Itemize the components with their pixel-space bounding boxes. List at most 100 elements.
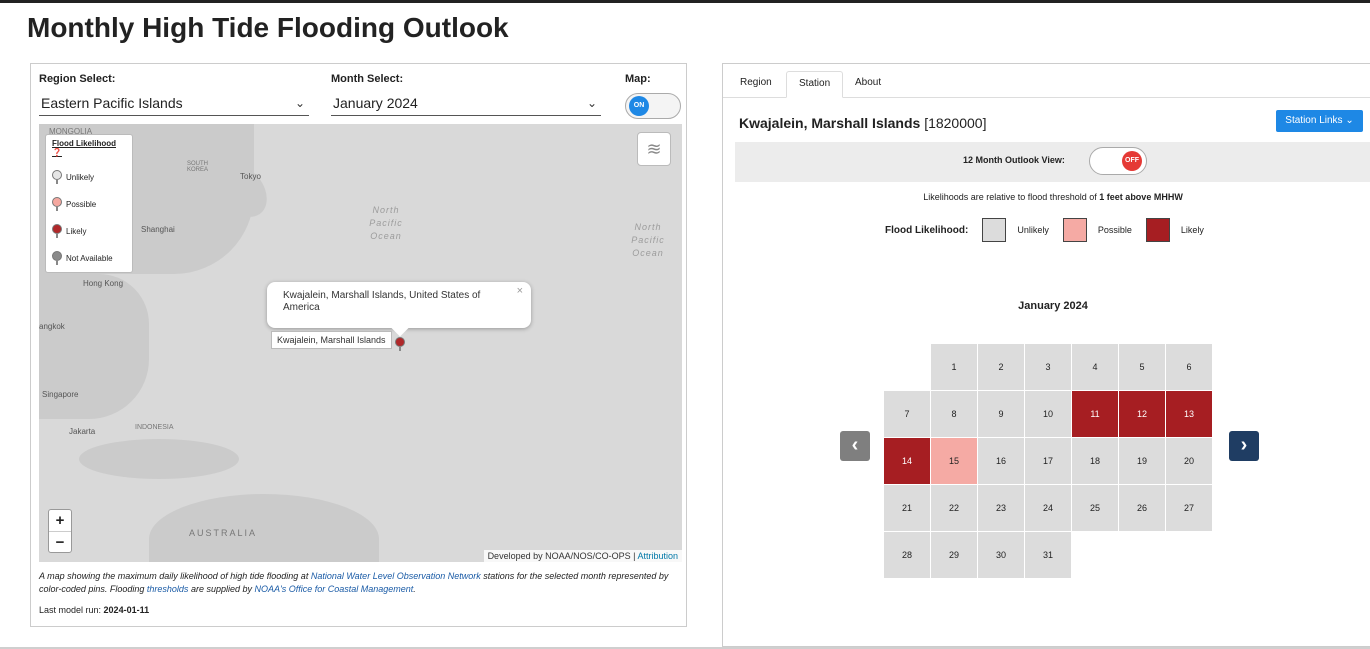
calendar-day[interactable]: 22 (931, 485, 977, 531)
map-legend-title: Flood Likelihood ❓ (52, 139, 116, 157)
legend-label-possible: Possible (1097, 225, 1132, 235)
calendar-day[interactable]: 13 (1166, 391, 1212, 437)
legend-item-likely: Likely (52, 224, 126, 238)
last-model-run-date: 2024-01-11 (103, 605, 150, 615)
outlook-toggle[interactable]: OFF (1089, 147, 1147, 175)
calendar-day[interactable]: 24 (1025, 485, 1071, 531)
australia-landmass (149, 494, 379, 562)
legend-item-possible: Possible (52, 197, 126, 211)
calendar-day[interactable]: 16 (978, 438, 1024, 484)
map-panel: Region Select: Eastern Pacific Islands ⌄… (30, 63, 687, 627)
info-icon: ❓ (52, 148, 62, 157)
outlook-label: 12 Month Outlook View: (963, 155, 1065, 165)
calendar-day[interactable]: 8 (931, 391, 977, 437)
map-label-shanghai: Shanghai (141, 225, 175, 234)
threshold-value: 1 feet above MHHW (1099, 192, 1183, 202)
calendar-grid: 1 2 3 4 5 6 7 8 9 10 11 12 13 14 15 16 17 18 19 20 21 22 23 24 2… (884, 344, 1215, 579)
attribution-link[interactable]: Attribution (637, 551, 678, 561)
threshold-note: Likelihoods are relative to flood thresh… (923, 192, 1183, 202)
pin-icon (52, 197, 62, 211)
calendar-day[interactable]: 12 (1119, 391, 1165, 437)
legend-title: Flood Likelihood: (885, 224, 969, 236)
calendar-day[interactable]: 7 (884, 391, 930, 437)
calendar-day[interactable]: 26 (1119, 485, 1165, 531)
ocm-link[interactable]: NOAA's Office for Coastal Management (254, 584, 413, 594)
legend-label-likely: Likely (1180, 225, 1204, 235)
map-label-south-korea: SOUTH KOREA (187, 161, 209, 173)
chevron-down-icon: ⌄ (586, 96, 597, 110)
calendar-day[interactable]: 27 (1166, 485, 1212, 531)
calendar-day[interactable]: 11 (1072, 391, 1118, 437)
station-tooltip: Kwajalein, Marshall Islands (271, 331, 392, 349)
calendar-day[interactable]: 15 (931, 438, 977, 484)
legend-swatch-unlikely (982, 218, 1007, 242)
calendar-day[interactable]: 21 (884, 485, 930, 531)
map-toggle-knob: ON (629, 96, 649, 116)
calendar-day[interactable]: 6 (1166, 344, 1212, 390)
map-label-hong-kong: Hong Kong (83, 279, 124, 288)
next-month-button[interactable]: › (1229, 431, 1259, 461)
calendar-day[interactable]: 1 (931, 344, 977, 390)
calendar-title: January 2024 (1018, 300, 1088, 312)
legend-item-unlikely: Unlikely (52, 170, 126, 184)
station-title: Kwajalein, Marshall Islands [1820000] (739, 115, 986, 131)
calendar-day[interactable]: 9 (978, 391, 1024, 437)
map-attribution: Developed by NOAA/NOS/CO-OPS | Attributi… (483, 550, 682, 562)
map-caption: A map showing the maximum daily likeliho… (39, 571, 669, 594)
calendar-day[interactable]: 17 (1025, 438, 1071, 484)
nwlon-link[interactable]: National Water Level Observation Network (311, 571, 481, 581)
calendar-day[interactable]: 14 (884, 438, 930, 484)
calendar-day[interactable]: 30 (978, 532, 1024, 578)
station-links-button[interactable]: Station Links ⌄ (1276, 110, 1363, 132)
layers-button[interactable]: ≋ (637, 132, 671, 166)
chevron-left-icon: ‹ (851, 434, 859, 456)
tab-station[interactable]: Station (786, 71, 844, 98)
calendar-day[interactable]: 29 (931, 532, 977, 578)
calendar-day[interactable]: 10 (1025, 391, 1071, 437)
thresholds-link[interactable]: thresholds (147, 584, 189, 594)
pin-icon (52, 224, 62, 238)
calendar-day[interactable]: 18 (1072, 438, 1118, 484)
pin-icon (52, 251, 62, 265)
calendar-day[interactable]: 3 (1025, 344, 1071, 390)
calendar-day[interactable]: 4 (1072, 344, 1118, 390)
calendar-day[interactable]: 2 (978, 344, 1024, 390)
month-select-label: Month Select: (331, 73, 404, 85)
region-select[interactable]: Eastern Pacific Islands ⌄ (39, 92, 309, 116)
layers-icon: ≋ (646, 139, 662, 159)
zoom-in-button[interactable]: + (49, 510, 71, 531)
map-label-singapore: Singapore (42, 390, 79, 399)
pin-icon (52, 170, 62, 184)
map-view[interactable]: MONGOLIA ing SOUTH KOREA Tokyo Shanghai … (39, 124, 682, 562)
map-toggle-label: Map: (625, 73, 651, 85)
zoom-out-button[interactable]: − (49, 531, 71, 552)
station-panel: Region Station About Kwajalein, Marshall… (722, 63, 1370, 647)
calendar-day[interactable]: 25 (1072, 485, 1118, 531)
top-rule (0, 0, 1370, 3)
calendar-day[interactable]: 20 (1166, 438, 1212, 484)
map-label-indonesia: INDONESIA (135, 424, 174, 431)
prev-month-button[interactable]: ‹ (840, 431, 870, 461)
legend-swatch-likely (1145, 218, 1170, 242)
calendar-day[interactable]: 23 (978, 485, 1024, 531)
map-toggle[interactable]: ON (625, 93, 681, 119)
month-select-value: January 2024 (333, 95, 418, 111)
map-legend: Flood Likelihood ❓ Unlikely Possible Lik… (45, 134, 133, 273)
station-pin-icon[interactable] (395, 337, 405, 351)
station-name: Kwajalein, Marshall Islands (739, 115, 921, 131)
page-title: Monthly High Tide Flooding Outlook (27, 12, 509, 43)
calendar-day[interactable]: 28 (884, 532, 930, 578)
close-icon[interactable]: × (517, 285, 523, 297)
tab-region[interactable]: Region (728, 71, 784, 98)
tab-bar: Region Station About (723, 64, 1370, 98)
month-select[interactable]: January 2024 ⌄ (331, 92, 601, 116)
calendar-day[interactable]: 31 (1025, 532, 1071, 578)
outlook-bar: 12 Month Outlook View: OFF (735, 142, 1370, 182)
zoom-control: + − (48, 509, 72, 553)
chevron-right-icon: › (1240, 434, 1248, 456)
tab-about[interactable]: About (843, 71, 893, 98)
popup-text: Kwajalein, Marshall Islands, United Stat… (283, 290, 481, 313)
calendar-day[interactable]: 5 (1119, 344, 1165, 390)
calendar-day[interactable]: 19 (1119, 438, 1165, 484)
station-popup: Kwajalein, Marshall Islands, United Stat… (267, 282, 531, 337)
